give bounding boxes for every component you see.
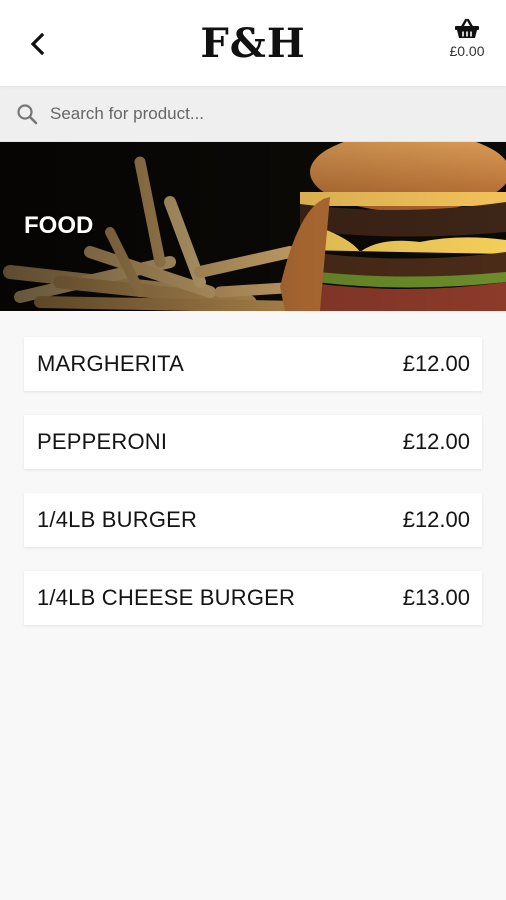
product-price: £12.00	[402, 507, 470, 532]
product-name: 1/4LB BURGER	[37, 507, 198, 532]
product-name: MARGHERITA	[37, 351, 185, 376]
search-icon	[17, 103, 38, 124]
product-item-pepperoni[interactable]: PEPPERONI £12.00	[24, 415, 482, 469]
product-price: £13.00	[402, 585, 470, 610]
basket-icon	[455, 18, 479, 38]
app-header: F&H £0.00	[0, 0, 506, 86]
category-title: FOOD	[24, 212, 94, 239]
category-banner: FOOD	[0, 142, 506, 311]
product-list: MARGHERITA £12.00 PEPPERONI £12.00 1/4LB…	[0, 311, 506, 625]
product-item-margherita[interactable]: MARGHERITA £12.00	[24, 337, 482, 391]
product-item-burger[interactable]: 1/4LB BURGER £12.00	[24, 493, 482, 547]
product-name: 1/4LB CHEESE BURGER	[37, 585, 296, 610]
basket-button[interactable]: £0.00	[444, 18, 490, 59]
product-price: £12.00	[402, 429, 470, 454]
product-price: £12.00	[402, 351, 470, 376]
basket-total: £0.00	[449, 43, 485, 59]
search-bar	[0, 86, 506, 142]
search-input[interactable]	[50, 103, 490, 124]
brand-logo: F&H	[200, 19, 306, 67]
product-item-cheese-burger[interactable]: 1/4LB CHEESE BURGER £13.00	[24, 571, 482, 625]
product-name: PEPPERONI	[37, 429, 168, 454]
chevron-left-icon	[30, 32, 45, 56]
back-button[interactable]	[22, 28, 54, 60]
